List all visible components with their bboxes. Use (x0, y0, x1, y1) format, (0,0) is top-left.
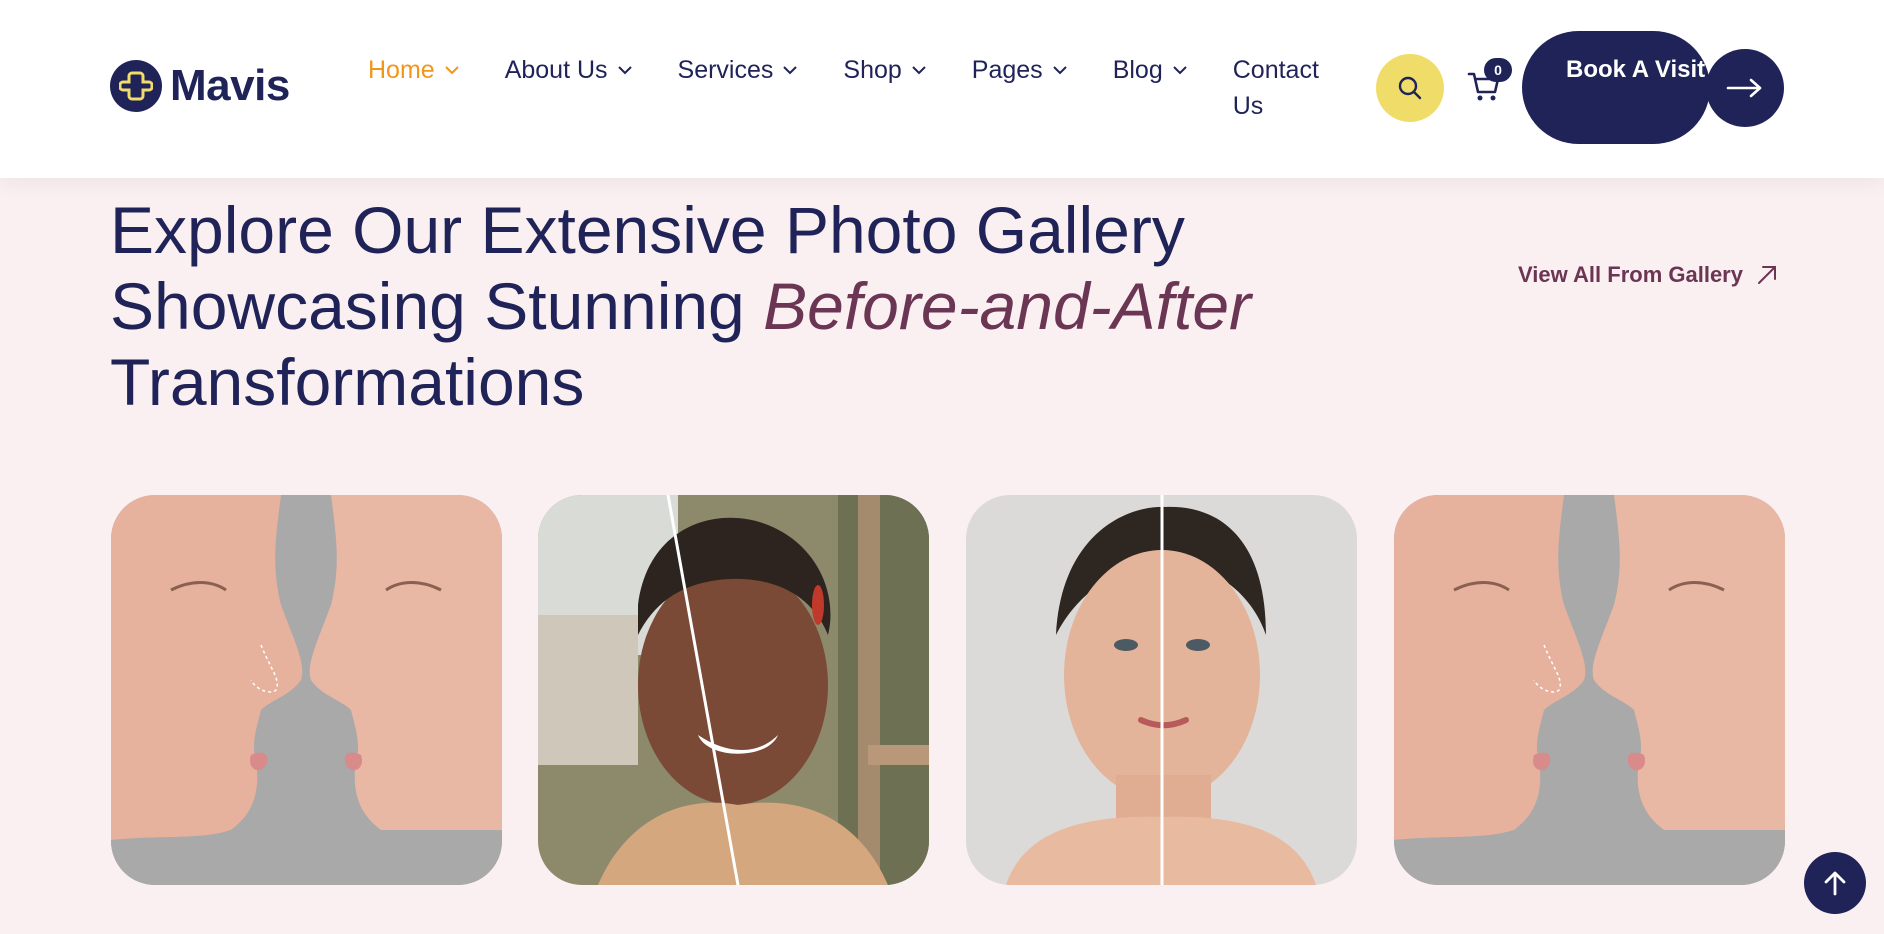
chevron-down-icon (912, 66, 926, 75)
before-after-gallery (0, 495, 1884, 885)
search-button[interactable] (1376, 54, 1444, 122)
main-nav: Home About Us Services Shop Pages Blog C… (368, 52, 1333, 124)
chevron-down-icon (1052, 66, 1067, 75)
chevron-down-icon (444, 66, 459, 75)
nav-item-label: Shop (843, 56, 902, 84)
brand-name: Mavis (170, 61, 290, 110)
nav-item-label: Blog (1112, 56, 1163, 84)
title-text-end: Transformations (110, 345, 585, 419)
nav-item-pages[interactable]: Pages (972, 52, 1069, 88)
nav-item-label: Services (677, 56, 774, 84)
title-accent-text: Before-and-After (763, 269, 1252, 343)
chevron-down-icon (1173, 66, 1187, 75)
cart-count-badge: 0 (1484, 58, 1512, 82)
gallery-image-nose-profile[interactable] (111, 495, 502, 885)
gallery-image-skin-tone[interactable] (538, 495, 929, 885)
gallery-image-nose-profile-2[interactable] (1394, 495, 1785, 885)
cross-plus-logo-icon (110, 60, 162, 112)
view-all-gallery-link[interactable]: View All From Gallery (1518, 262, 1779, 288)
brand-logo[interactable]: Mavis (110, 60, 290, 112)
gallery-image-face-aging[interactable] (966, 495, 1357, 885)
arrow-right-icon (1726, 78, 1762, 98)
chevron-down-icon (783, 66, 798, 75)
nav-item-shop[interactable]: Shop (843, 52, 927, 88)
nav-item-blog[interactable]: Blog (1113, 52, 1189, 88)
gallery-section-title: Explore Our Extensive Photo Gallery Show… (110, 192, 1350, 420)
arrow-up-icon (1824, 871, 1846, 896)
view-all-label: View All From Gallery (1518, 262, 1743, 287)
site-header: Mavis Home About Us Services Shop Pages … (0, 0, 1884, 178)
search-icon (1398, 76, 1422, 100)
nav-item-label: About Us (504, 56, 608, 84)
nav-item-home[interactable]: Home (368, 52, 461, 88)
chevron-down-icon (617, 66, 632, 75)
nav-item-about-us[interactable]: About Us (505, 52, 634, 88)
nav-item-services[interactable]: Services (678, 52, 800, 88)
nav-item-label: Home (368, 56, 435, 84)
arrow-up-right-icon (1757, 266, 1776, 284)
book-a-visit-button[interactable]: Book A Visit (1522, 31, 1710, 144)
book-arrow-button[interactable] (1706, 49, 1784, 127)
nav-item-contact-us[interactable]: Contact Us (1233, 52, 1333, 124)
scroll-to-top-button[interactable] (1804, 852, 1866, 914)
nav-item-label: Pages (971, 56, 1043, 84)
